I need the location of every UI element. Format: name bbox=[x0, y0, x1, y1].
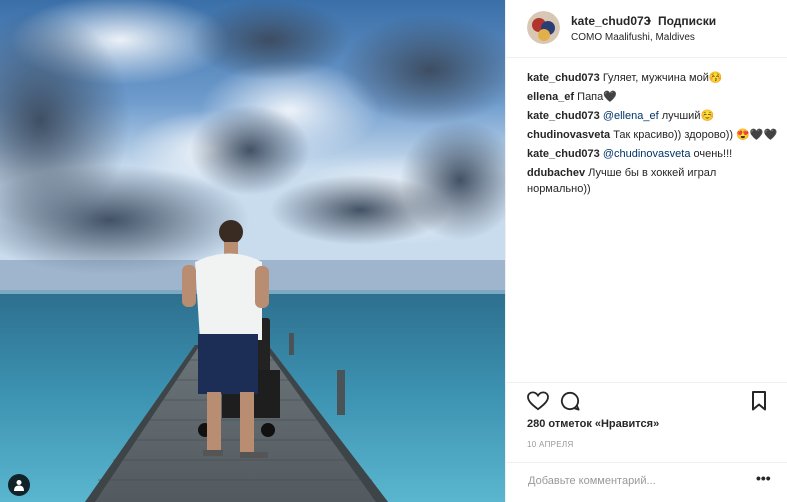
post-date[interactable]: 10 АПРЕЛЯ bbox=[527, 440, 574, 449]
comment-item: ellena_ef Папа🖤 bbox=[527, 89, 782, 105]
comment-button[interactable] bbox=[560, 391, 580, 416]
comment-text: лучший☺️ bbox=[658, 110, 715, 122]
comment-text: Гуляет, мужчина мой😚 bbox=[602, 72, 723, 84]
comment-username[interactable]: ellena_ef bbox=[527, 91, 574, 103]
bookmark-icon bbox=[752, 391, 766, 411]
user-tag-icon bbox=[14, 480, 24, 491]
heart-icon bbox=[527, 391, 549, 411]
photo-image bbox=[0, 0, 505, 502]
comment-username[interactable]: kate_chud073 bbox=[527, 72, 600, 84]
follow-button[interactable]: Подписки bbox=[658, 14, 716, 28]
comment-item: ddubachev Лучше бы в хоккей играл нормал… bbox=[527, 165, 782, 197]
user-tag-button[interactable] bbox=[8, 474, 30, 496]
comment-item: kate_chud073 Гуляет, мужчина мой😚 bbox=[527, 70, 782, 86]
comment-item: chudinovasveta Так красиво)) здорово)) 😍… bbox=[527, 127, 782, 143]
comment-username[interactable]: kate_chud073 bbox=[527, 110, 600, 122]
like-button[interactable] bbox=[527, 391, 549, 416]
comment-username[interactable]: chudinovasveta bbox=[527, 129, 610, 141]
more-options-button[interactable]: ••• bbox=[756, 470, 771, 486]
comment-text: очень!!! bbox=[690, 148, 733, 160]
comment-mention[interactable]: @ellena_ef bbox=[603, 110, 659, 122]
comment-item: kate_chud073 @ellena_ef лучший☺️ bbox=[527, 108, 782, 124]
comment-item: kate_chud073 @chudinovasveta очень!!! bbox=[527, 146, 782, 162]
comments-list: kate_chud073 Гуляет, мужчина мой😚 ellena_… bbox=[527, 70, 782, 200]
likes-count[interactable]: 280 отметок «Нравится» bbox=[527, 418, 659, 430]
comment-mention[interactable]: @chudinovasveta bbox=[603, 148, 691, 160]
add-comment-bar: ••• bbox=[506, 462, 787, 502]
post-photo[interactable] bbox=[0, 0, 505, 502]
comment-text: Папа🖤 bbox=[577, 91, 617, 103]
avatar[interactable] bbox=[527, 11, 560, 44]
comment-input[interactable] bbox=[526, 472, 750, 490]
comment-text: Так красиво)) здорово)) 😍🖤🖤 bbox=[613, 129, 778, 141]
actions-divider bbox=[506, 382, 787, 384]
post-header: kate_chud073 • Подписки COMO Maalifushi,… bbox=[506, 0, 787, 58]
post-username[interactable]: kate_chud073 bbox=[571, 14, 650, 28]
location-link[interactable]: COMO Maalifushi, Maldives bbox=[571, 32, 695, 43]
post-side-panel: kate_chud073 • Подписки COMO Maalifushi,… bbox=[505, 0, 787, 502]
comment-icon bbox=[560, 391, 580, 411]
comment-username[interactable]: ddubachev bbox=[527, 167, 585, 179]
comment-username[interactable]: kate_chud073 bbox=[527, 148, 600, 160]
save-button[interactable] bbox=[751, 391, 767, 416]
separator-dot: • bbox=[647, 14, 652, 28]
